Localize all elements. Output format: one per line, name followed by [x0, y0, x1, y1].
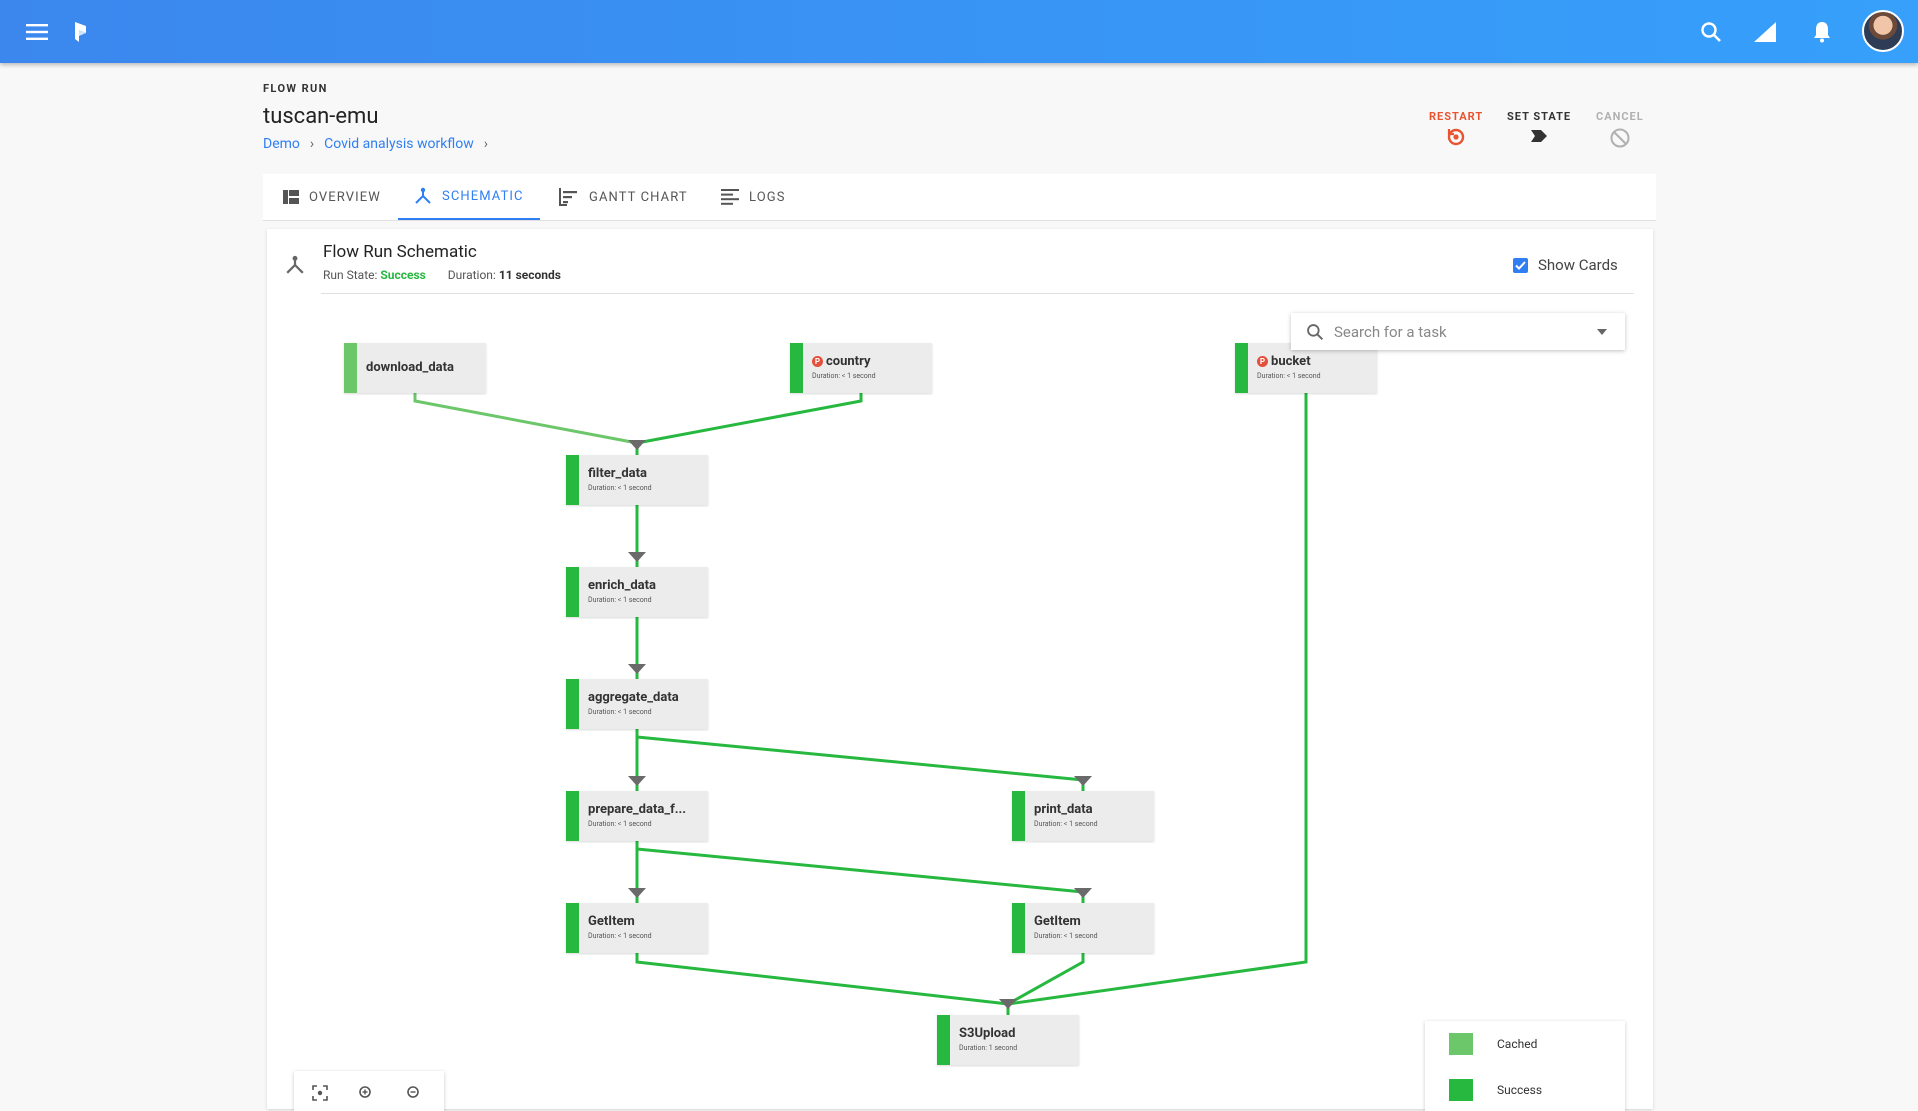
task-node[interactable]: Pcountry Duration: < 1 second: [790, 343, 932, 393]
task-name: S3Upload: [959, 1026, 1016, 1041]
legend-label: Cached: [1497, 1037, 1538, 1051]
task-duration: Duration: < 1 second: [812, 372, 876, 380]
state-indicator: [566, 455, 579, 505]
arrow-head-icon: [1074, 888, 1092, 898]
search-placeholder: Search for a task: [1334, 322, 1447, 341]
task-duration: Duration: < 1 second: [1034, 820, 1098, 828]
zoom-controls: [294, 1071, 444, 1111]
state-indicator: [566, 567, 579, 617]
state-indicator: [790, 343, 803, 393]
task-name: GetItem: [588, 914, 635, 929]
task-duration: Duration: < 1 second: [588, 820, 652, 828]
edge-country-filter: [636, 393, 863, 445]
task-node[interactable]: prepare_data_f... Duration: < 1 second: [566, 791, 708, 841]
search-icon: [1307, 323, 1324, 340]
zoom-out-icon[interactable]: [406, 1085, 422, 1101]
task-name-row: Pcountry: [812, 354, 871, 369]
task-name: download_data: [366, 360, 454, 375]
state-indicator: [937, 1015, 950, 1065]
legend-swatch: [1449, 1033, 1473, 1055]
arrow-head-icon: [1074, 776, 1092, 786]
dependency-edges: [413, 393, 1308, 1015]
arrow-head-icon: [628, 888, 646, 898]
state-legend: Cached Success: [1425, 1021, 1625, 1111]
arrow-head-icon: [628, 552, 646, 562]
task-node[interactable]: S3Upload Duration: 1 second: [937, 1015, 1079, 1065]
task-duration: Duration: < 1 second: [588, 932, 652, 940]
edge-getitem1-s3: [635, 953, 1009, 1006]
task-duration: Duration: < 1 second: [588, 484, 652, 492]
arrow-head-icon: [628, 440, 646, 450]
task-name: aggregate_data: [588, 690, 679, 705]
task-duration: Duration: < 1 second: [588, 596, 652, 604]
task-name: print_data: [1034, 802, 1093, 817]
task-name: bucket: [1271, 354, 1311, 369]
arrow-head-icon: [628, 664, 646, 674]
state-indicator: [566, 791, 579, 841]
task-node[interactable]: download_data: [344, 343, 486, 393]
parameter-badge-icon: P: [1257, 356, 1268, 367]
arrow-head-icon: [628, 776, 646, 786]
task-duration: Duration: < 1 second: [1257, 372, 1321, 380]
legend-label: Success: [1497, 1083, 1543, 1097]
task-node[interactable]: GetItem Duration: < 1 second: [566, 903, 708, 953]
state-indicator: [1012, 903, 1025, 953]
state-indicator: [1012, 791, 1025, 841]
parameter-badge-icon: P: [812, 356, 823, 367]
task-node[interactable]: Pbucket Duration: < 1 second: [1235, 343, 1377, 393]
task-name: filter_data: [588, 466, 647, 481]
zoom-in-icon[interactable]: [358, 1085, 374, 1101]
legend-item-cached: Cached: [1449, 1033, 1537, 1055]
task-duration: Duration: < 1 second: [588, 708, 652, 716]
state-indicator: [344, 343, 357, 393]
task-node[interactable]: GetItem Duration: < 1 second: [1012, 903, 1154, 953]
state-indicator: [566, 903, 579, 953]
task-node[interactable]: enrich_data Duration: < 1 second: [566, 567, 708, 617]
legend-item-success: Success: [1449, 1079, 1542, 1101]
legend-swatch: [1449, 1079, 1473, 1101]
state-indicator: [1235, 343, 1248, 393]
task-name-row: Pbucket: [1257, 354, 1311, 369]
edge-download-filter: [413, 393, 638, 445]
task-name: country: [826, 354, 871, 369]
task-node[interactable]: filter_data Duration: < 1 second: [566, 455, 708, 505]
task-name: prepare_data_f...: [588, 802, 687, 817]
task-name: enrich_data: [588, 578, 656, 593]
task-duration: Duration: < 1 second: [1034, 932, 1098, 940]
edge-prepare-getitem2: [636, 847, 1085, 903]
chevron-down-icon[interactable]: [1597, 328, 1607, 335]
task-node[interactable]: print_data Duration: < 1 second: [1012, 791, 1154, 841]
task-duration: Duration: 1 second: [959, 1044, 1018, 1052]
state-indicator: [566, 679, 579, 729]
edge-aggregate-print: [636, 735, 1085, 791]
task-search-select[interactable]: Search for a task: [1291, 313, 1625, 350]
fit-view-icon[interactable]: [312, 1085, 328, 1101]
task-name: GetItem: [1034, 914, 1081, 929]
task-node[interactable]: aggregate_data Duration: < 1 second: [566, 679, 708, 729]
